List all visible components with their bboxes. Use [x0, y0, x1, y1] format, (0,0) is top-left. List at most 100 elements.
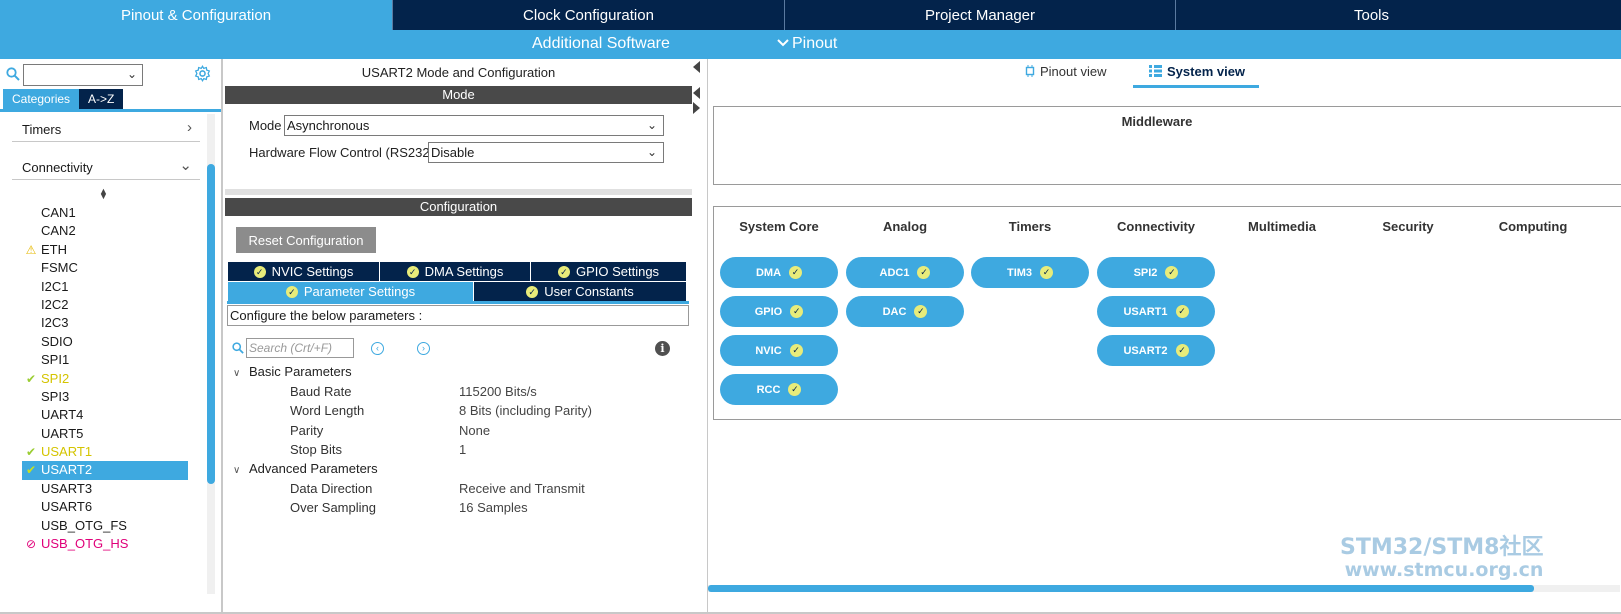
expand-right-icon[interactable]	[693, 102, 700, 114]
sidebar-scrollbar[interactable]	[207, 114, 215, 594]
param-value: 1	[459, 442, 467, 457]
list-item-label: USART1	[41, 444, 93, 460]
middleware-section: Middleware	[713, 106, 1621, 185]
sidebar-search-combobox[interactable]: ⌄	[23, 64, 143, 86]
tab-label: DMA Settings	[424, 264, 504, 279]
tab-a-z[interactable]: A->Z	[79, 89, 124, 110]
list-item-usart1[interactable]: ✔ USART1	[22, 443, 188, 461]
check-icon: ✔	[25, 371, 37, 386]
list-item-usb-otg-hs[interactable]: ⊘ USB_OTG_HS	[22, 535, 188, 553]
list-item-i2c3[interactable]: I2C3	[22, 314, 188, 332]
pill-usart1[interactable]: USART1 ✓	[1097, 296, 1215, 327]
basic-parameters-group[interactable]: ∨ Basic Parameters	[233, 364, 352, 379]
tab-dma-settings[interactable]: ✓ DMA Settings	[380, 262, 531, 281]
pill-label: DMA	[755, 266, 782, 279]
sort-icon[interactable]: ▲ ▼	[99, 187, 108, 201]
pill-tim3[interactable]: TIM3 ✓	[971, 257, 1089, 288]
tab-categories[interactable]: Categories	[3, 89, 80, 110]
next-match-icon[interactable]: ›	[417, 342, 430, 355]
chevron-right-icon: ›	[187, 119, 192, 136]
pill-spi2[interactable]: SPI2 ✓	[1097, 257, 1215, 288]
horizontal-scrollbar[interactable]	[708, 585, 1620, 592]
pill-adc1[interactable]: ADC1 ✓	[846, 257, 964, 288]
tab-project-manager[interactable]: Project Manager	[785, 0, 1176, 30]
column-system-core: System Core	[739, 219, 819, 234]
param-row-stop-bits[interactable]: Stop Bits 1	[290, 442, 685, 461]
param-key: Word Length	[290, 403, 365, 418]
page-title: USART2 Mode and Configuration	[361, 65, 556, 80]
configure-description: Configure the below parameters :	[227, 305, 689, 326]
tab-user-constants[interactable]: ✓ User Constants	[474, 282, 686, 301]
param-value: 8 Bits (including Parity)	[459, 403, 592, 418]
group-timers-label: Timers	[22, 122, 62, 137]
gear-icon[interactable]	[194, 65, 211, 82]
collapse-left-icon[interactable]	[693, 87, 700, 99]
tab-gpio-settings[interactable]: ✓ GPIO Settings	[531, 262, 686, 281]
list-item-usart2[interactable]: ✔ USART2	[22, 461, 188, 480]
tab-nvic-settings[interactable]: ✓ NVIC Settings	[228, 262, 380, 281]
group-connectivity[interactable]: Connectivity ⌄	[12, 156, 200, 180]
pill-label: RCC	[756, 383, 781, 396]
reset-configuration-button[interactable]: Reset Configuration	[236, 227, 376, 253]
param-row-data-direction[interactable]: Data Direction Receive and Transmit	[290, 481, 685, 500]
scrollbar-thumb[interactable]	[708, 585, 1534, 592]
check-icon: ✓	[1175, 305, 1189, 318]
tab-pinout-view[interactable]: Pinout view	[1024, 64, 1106, 79]
list-item-fsmc[interactable]: FSMC	[22, 259, 188, 277]
list-item-spi1[interactable]: SPI1	[22, 351, 188, 369]
list-item-uart5[interactable]: UART5	[22, 425, 188, 443]
param-row-baud-rate[interactable]: Baud Rate 115200 Bits/s	[290, 384, 685, 403]
pinout-menu[interactable]: Pinout	[776, 35, 837, 53]
check-icon: ✓	[1165, 266, 1179, 279]
list-item-i2c1[interactable]: I2C1	[22, 278, 188, 296]
pill-rcc[interactable]: RCC ✓	[720, 374, 838, 405]
tab-clock-configuration[interactable]: Clock Configuration	[393, 0, 785, 30]
tab-pinout-configuration[interactable]: Pinout & Configuration	[0, 0, 393, 30]
list-item-can2[interactable]: CAN2	[22, 222, 188, 240]
list-item-i2c2[interactable]: I2C2	[22, 296, 188, 314]
tab-system-view[interactable]: System view	[1149, 64, 1245, 79]
flow-control-value: Disable	[431, 145, 475, 160]
group-timers[interactable]: Timers ›	[12, 118, 200, 142]
flow-control-select[interactable]: Disable ⌄	[428, 142, 664, 163]
list-item-usb-otg-fs[interactable]: USB_OTG_FS	[22, 517, 188, 535]
list-item-spi2[interactable]: ✔ SPI2	[22, 370, 188, 388]
param-row-word-length[interactable]: Word Length 8 Bits (including Parity)	[290, 403, 685, 422]
pill-label: SPI2	[1133, 266, 1158, 279]
scrollbar-thumb[interactable]	[207, 164, 215, 484]
param-value: Receive and Transmit	[459, 481, 585, 496]
pill-gpio[interactable]: GPIO ✓	[720, 296, 838, 327]
mode-select[interactable]: Asynchronous ⌄	[284, 115, 664, 136]
list-item-uart4[interactable]: UART4	[22, 406, 188, 424]
pill-label: TIM3	[1006, 266, 1033, 279]
list-item-spi3[interactable]: SPI3	[22, 388, 188, 406]
list-item-label: USB_OTG_FS	[41, 517, 127, 533]
pill-usart2[interactable]: USART2 ✓	[1097, 335, 1215, 366]
pill-dma[interactable]: DMA ✓	[720, 257, 838, 288]
watermark-line2: www.stmcu.org.cn	[1344, 559, 1544, 581]
parameter-search-input[interactable]: Search (Crt/+F)	[246, 338, 354, 358]
list-item-sdio[interactable]: SDIO	[22, 333, 188, 351]
list-item-eth[interactable]: ⚠ ETH	[22, 241, 188, 259]
additional-software-link[interactable]: Additional Software	[532, 35, 670, 53]
param-row-over-sampling[interactable]: Over Sampling 16 Samples	[290, 500, 685, 519]
column-timers: Timers	[1008, 219, 1052, 234]
tab-parameter-settings[interactable]: ✓ Parameter Settings	[228, 282, 474, 301]
advanced-parameters-group[interactable]: ∨ Advanced Parameters	[233, 461, 378, 476]
list-item-usart6[interactable]: USART6	[22, 498, 188, 516]
tab-tools[interactable]: Tools	[1176, 0, 1567, 30]
pill-dac[interactable]: DAC ✓	[846, 296, 964, 327]
list-item-label: I2C1	[41, 278, 69, 294]
previous-match-icon[interactable]: ‹	[371, 342, 384, 355]
list-item-label: SDIO	[41, 333, 73, 349]
list-item-usart3[interactable]: USART3	[22, 480, 188, 498]
list-item-can1[interactable]: CAN1	[22, 204, 188, 222]
info-icon[interactable]: i	[655, 341, 670, 356]
pill-nvic[interactable]: NVIC ✓	[720, 335, 838, 366]
search-icon[interactable]	[6, 67, 20, 81]
collapse-left-icon[interactable]	[693, 61, 700, 73]
param-row-parity[interactable]: Parity None	[290, 423, 685, 442]
pill-label: ADC1	[879, 266, 910, 279]
watermark-line1: STM32/STM8社区	[1340, 535, 1544, 560]
list-item-label: USART2	[41, 462, 93, 478]
